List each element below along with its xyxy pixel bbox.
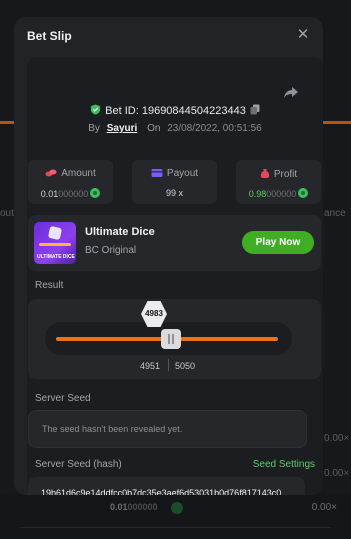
server-seed-hash-value: 19b61d6c9e14ddfcc0b7dc35e3aef6d53031b0d7… [41, 488, 282, 495]
divider [20, 527, 331, 528]
background-bet-row: 0.01000000 0.00× [0, 494, 351, 539]
modal-title: Bet Slip [27, 29, 72, 43]
background-text: out [0, 208, 14, 219]
background-text: 0.00× [324, 468, 350, 479]
coins-icon [45, 169, 57, 177]
game-provider: BC Original [85, 245, 137, 256]
divider [168, 359, 169, 371]
coin-icon [90, 188, 101, 198]
seed-settings-link[interactable]: Seed Settings [253, 459, 315, 470]
server-seed-label: Server Seed [35, 393, 91, 404]
server-seed-placeholder: The seed hasn't been revealed yet. [42, 424, 183, 434]
server-seed-hash-field[interactable]: 19b61d6c9e14ddfcc0b7dc35e3aef6d53031b0d7… [28, 477, 305, 495]
payout-value: 99 x [165, 188, 183, 198]
range-high: 5050 [175, 361, 196, 371]
bet-id-row: Bet ID: 19690844504223443 [27, 104, 323, 117]
result-label: Result [35, 280, 64, 291]
bet-meta-row: By Sayuri On 23/08/2022, 00:51:56 [88, 123, 262, 134]
result-panel: 4983 4951 5050 [28, 299, 321, 379]
shield-check-icon [91, 104, 101, 115]
profit-stat: Profit 0.98000000 [236, 160, 321, 204]
share-icon[interactable] [283, 84, 299, 100]
bet-details-panel: Bet ID: 19690844504223443 By Sayuri On 2… [27, 57, 323, 495]
bet-id: Bet ID: 19690844504223443 [105, 105, 246, 117]
background-progress-line-right [323, 121, 351, 124]
background-multiplier: 0.00× [311, 502, 337, 513]
play-now-button[interactable]: Play Now [242, 231, 314, 254]
result-slider-track [45, 322, 292, 355]
slider-handle [161, 329, 181, 349]
payout-stat: Payout 99 x [132, 160, 217, 204]
bet-slip-modal: Bet Slip ✕ Bet ID: 19690844504223443 By … [14, 17, 323, 495]
coin-icon [298, 188, 309, 198]
dice-icon [47, 225, 63, 241]
amount-stat: Amount 0.01000000 [28, 160, 113, 204]
profit-value: 0.98000000 [236, 188, 321, 199]
server-seed-field: The seed hasn't been revealed yet. [28, 410, 307, 448]
amount-value: 0.01000000 [28, 188, 113, 199]
bet-datetime: 23/08/2022, 00:51:56 [167, 123, 262, 134]
game-name: Ultimate Dice [85, 226, 155, 238]
game-card: ULTIMATE DICE Ultimate Dice BC Original … [28, 215, 321, 271]
money-bag-icon [260, 169, 269, 179]
background-text: 0.00× [324, 433, 350, 444]
range-low: 4951 [140, 361, 161, 371]
user-link[interactable]: Sayuri [107, 123, 138, 134]
copy-icon[interactable] [250, 104, 260, 115]
coin-icon [171, 502, 183, 514]
game-thumbnail[interactable]: ULTIMATE DICE [34, 222, 76, 264]
background-amount: 0.01000000 [110, 502, 158, 512]
server-seed-hash-label: Server Seed (hash) [35, 459, 122, 470]
close-icon[interactable]: ✕ [295, 27, 311, 43]
wallet-icon [151, 169, 163, 177]
background-text: ance [324, 208, 346, 219]
background-progress-line [0, 121, 14, 124]
